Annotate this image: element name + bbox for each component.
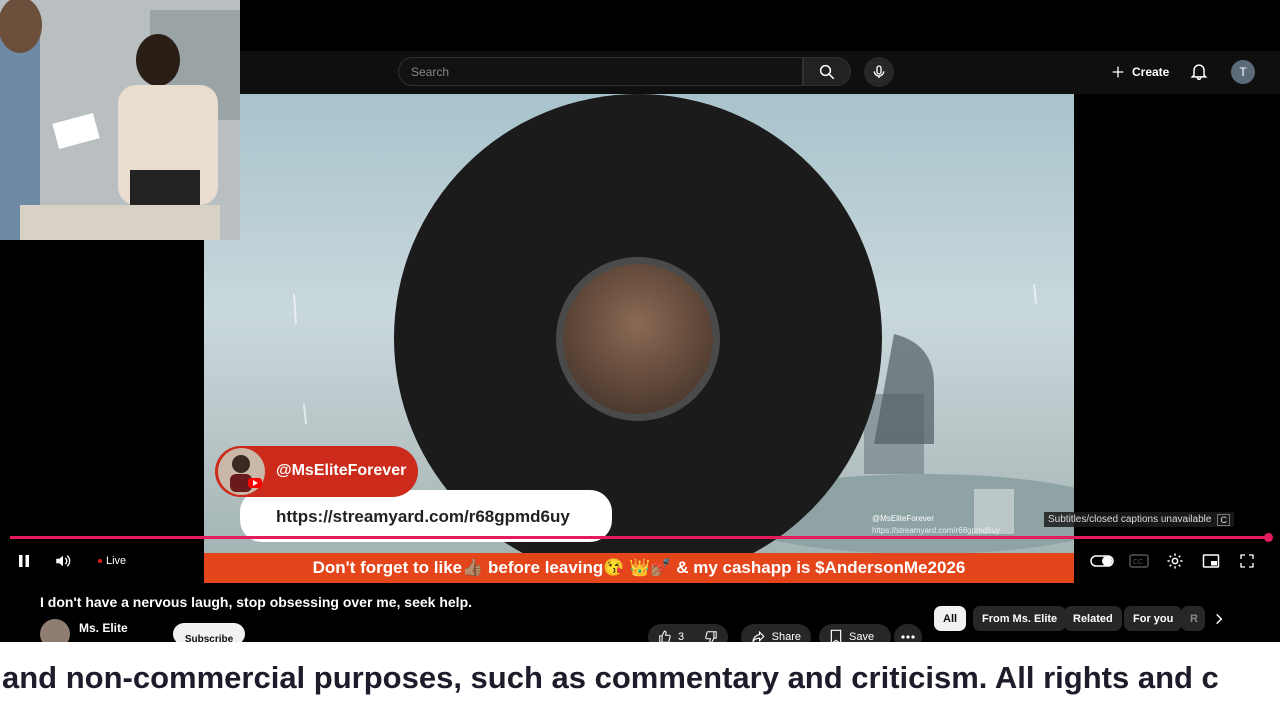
captions-tooltip-text: Subtitles/closed captions unavailable: [1048, 514, 1212, 525]
live-dot: [98, 559, 102, 563]
pause-button[interactable]: [14, 551, 34, 571]
create-label: Create: [1132, 65, 1170, 79]
chips-next-button[interactable]: [1209, 609, 1229, 629]
toggle-icon: [1090, 555, 1114, 567]
search-input[interactable]: [398, 57, 803, 86]
progress-bar[interactable]: [10, 536, 1270, 539]
mic-icon: [873, 65, 885, 78]
banner-text: Don't forget to like👍🏽 before leaving😘 👑…: [312, 558, 966, 577]
volume-button[interactable]: [52, 551, 74, 571]
svg-text:CC: CC: [1133, 559, 1143, 566]
fullscreen-icon: [1240, 554, 1254, 568]
caption-text: and non-commercial purposes, such as com…: [2, 660, 1219, 695]
bell-icon: [1190, 64, 1208, 81]
live-label: Live: [106, 555, 127, 567]
chevron-right-icon: [1216, 613, 1223, 625]
record-label-photo: [563, 264, 713, 414]
plus-icon: [1112, 66, 1124, 78]
volume-icon: [56, 555, 71, 567]
mini-link: https://streamyard.com/r68gpmd6uy: [872, 526, 1001, 535]
search-button[interactable]: [803, 57, 851, 86]
gear-icon: [1167, 553, 1183, 569]
account-avatar[interactable]: T: [1231, 60, 1255, 84]
chip-from-channel[interactable]: From Ms. Elite: [973, 606, 1067, 631]
channel-name[interactable]: Ms. Elite: [79, 621, 128, 635]
cc-icon: CC: [1129, 554, 1149, 568]
chip-for-you[interactable]: For you: [1124, 606, 1183, 631]
create-button[interactable]: Create: [1110, 60, 1169, 84]
miniplayer-icon: [1202, 554, 1220, 568]
more-icon: [901, 635, 915, 639]
miniplayer-button[interactable]: [1200, 551, 1222, 571]
avatar-letter: T: [1239, 65, 1247, 79]
search-placeholder: Search: [411, 65, 450, 79]
live-indicator[interactable]: Live: [98, 555, 126, 567]
autoplay-toggle[interactable]: [1090, 553, 1114, 569]
scrolling-banner: Don't forget to like👍🏽 before leaving😘 👑…: [204, 553, 1074, 583]
chip-recent[interactable]: R: [1181, 606, 1205, 631]
channel-handle: @MsEliteForever: [276, 462, 407, 479]
voice-search-button[interactable]: [864, 57, 894, 87]
office-scene-thumbnail: [0, 0, 240, 240]
chip-related[interactable]: Related: [1064, 606, 1122, 631]
notifications-button[interactable]: [1189, 61, 1209, 86]
captions-tooltip: Subtitles/closed captions unavailable C: [1044, 512, 1234, 527]
video-title: I don't have a nervous laugh, stop obses…: [40, 594, 473, 610]
captions-button[interactable]: CC: [1128, 552, 1150, 570]
progress-scrubber[interactable]: [1264, 533, 1273, 542]
chip-all[interactable]: All: [934, 606, 967, 631]
handle-avatar: [218, 448, 265, 495]
fullscreen-button[interactable]: [1237, 551, 1257, 571]
search-icon: [819, 64, 835, 79]
pause-icon: [19, 555, 29, 567]
stream-link[interactable]: https://streamyard.com/r68gpmd6uy: [276, 507, 570, 527]
settings-button[interactable]: [1165, 551, 1185, 571]
mini-handle: @MsEliteForever: [872, 514, 934, 523]
captions-shortcut-key: C: [1217, 513, 1230, 526]
